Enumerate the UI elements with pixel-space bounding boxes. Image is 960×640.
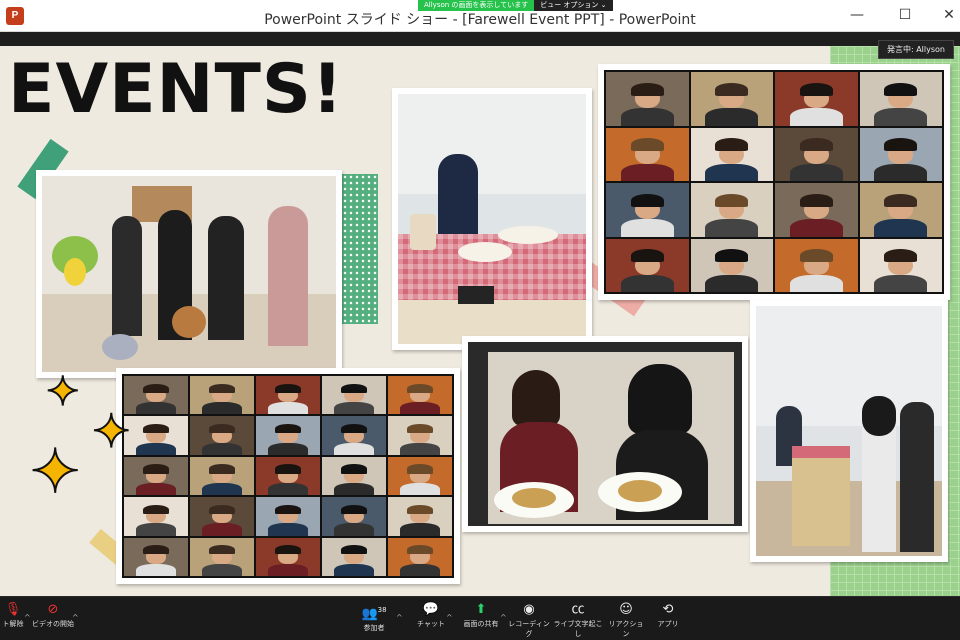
- participant-tile: [775, 238, 858, 292]
- participant-tile: [859, 238, 942, 292]
- participant-tile: [124, 537, 188, 576]
- share-screen-icon: ⬆: [475, 602, 487, 617]
- window-title: PowerPoint スライド ショー - [Farewell Event PP…: [264, 12, 696, 28]
- reaction-button[interactable]: ☺ リアクション: [606, 601, 646, 639]
- participant-tile: [388, 416, 452, 455]
- participant-tile: [322, 537, 386, 576]
- share-status: Allyson の画面を表示しています: [418, 0, 535, 11]
- apps-label: アプリ: [657, 620, 679, 628]
- participant-tile: [388, 376, 452, 415]
- minimize-button[interactable]: —: [850, 8, 864, 22]
- participant-tile: [606, 183, 689, 237]
- participants-caret[interactable]: ^: [396, 613, 403, 622]
- start-video-label: ビデオの開始: [32, 620, 74, 628]
- participant-tile: [322, 376, 386, 415]
- live-transcript-button[interactable]: ㏄ ライブ文字起こし: [552, 601, 604, 639]
- participant-tile: [606, 238, 689, 292]
- record-button[interactable]: ◉ レコーディング: [506, 601, 552, 639]
- participant-tile: [859, 72, 942, 126]
- participant-count: 38: [377, 606, 387, 614]
- participant-tile: [190, 537, 254, 576]
- slide-canvas: EVENTS! ✦ ✦ ✦: [0, 46, 960, 596]
- green-dotted-tape: [342, 174, 378, 324]
- participants-button[interactable]: 👥38 参加者: [356, 601, 392, 633]
- maximize-button[interactable]: ☐: [898, 8, 912, 22]
- photo-zoom-grid-bottom: [116, 368, 460, 584]
- reaction-label: リアクション: [608, 620, 644, 638]
- participant-tile: [388, 497, 452, 536]
- participant-tile: [190, 416, 254, 455]
- reaction-icon: ☺: [619, 602, 633, 617]
- chat-caret[interactable]: ^: [446, 613, 453, 622]
- photo-zoom-grid-top: [598, 64, 950, 300]
- participant-tile: [256, 497, 320, 536]
- active-speaker-label: 発言中: Allyson: [877, 40, 954, 59]
- share-screen-label: 画面の共有: [463, 620, 499, 628]
- chat-label: チャット: [417, 620, 445, 628]
- participant-tile: [124, 456, 188, 496]
- participant-tile: [775, 127, 858, 181]
- participant-tile: [606, 127, 689, 181]
- microphone-icon: 🎙: [4, 602, 22, 617]
- participant-tile: [124, 416, 188, 455]
- start-video-button[interactable]: ⊘ ビデオの開始: [32, 601, 74, 629]
- participant-tile: [388, 456, 452, 496]
- star-decoration: ✦: [91, 404, 132, 458]
- participant-tile: [690, 183, 773, 237]
- live-transcript-label: ライブ文字起こし: [553, 620, 603, 638]
- meeting-toolbar: 🎙 ト解除 ^ ⊘ ビデオの開始 ^ 👥38 参加者 ^ 💬 チャット ^ ⬆ …: [0, 596, 960, 640]
- participant-tile: [322, 456, 386, 496]
- photo-food-table: [392, 88, 592, 350]
- record-icon: ◉: [523, 602, 535, 617]
- video-options-caret[interactable]: ^: [72, 613, 79, 622]
- audio-options-caret[interactable]: ^: [24, 613, 31, 622]
- participant-tile: [388, 537, 452, 576]
- participant-tile: [859, 127, 942, 181]
- chat-button[interactable]: 💬 チャット: [414, 601, 448, 629]
- participant-tile: [690, 72, 773, 126]
- participant-tile: [124, 497, 188, 536]
- record-label: レコーディング: [508, 620, 550, 638]
- unmute-button[interactable]: 🎙 ト解除: [0, 601, 26, 629]
- participants-label: 参加者: [363, 624, 385, 633]
- photo-room-group: [750, 300, 948, 562]
- apps-icon: ⟲: [662, 602, 674, 617]
- star-decoration: ✦: [45, 369, 80, 415]
- cc-icon: ㏄: [571, 602, 585, 617]
- participant-tile: [775, 72, 858, 126]
- screen-share-banner: Allyson の画面を表示しています ビュー オプション ⌄: [418, 0, 613, 11]
- participant-tile: [775, 183, 858, 237]
- participant-tile: [256, 456, 320, 496]
- participant-tile: [256, 376, 320, 415]
- participant-tile: [256, 537, 320, 576]
- participant-tile: [690, 127, 773, 181]
- share-screen-button[interactable]: ⬆ 画面の共有: [460, 601, 502, 629]
- participant-tile: [256, 416, 320, 455]
- photo-plates: [462, 336, 748, 532]
- close-button[interactable]: ✕: [942, 8, 956, 22]
- participant-tile: [322, 416, 386, 455]
- unmute-label: ト解除: [2, 620, 24, 628]
- star-decoration: ✦: [29, 437, 81, 507]
- participant-tile: [190, 376, 254, 415]
- photo-classroom: [36, 170, 342, 378]
- chat-icon: 💬: [422, 602, 440, 617]
- participant-tile: [690, 238, 773, 292]
- participant-tile: [190, 497, 254, 536]
- participant-tile: [124, 376, 188, 415]
- participant-tile: [859, 183, 942, 237]
- slide-heading: EVENTS!: [8, 50, 344, 129]
- view-options-button[interactable]: ビュー オプション ⌄: [534, 0, 613, 11]
- participants-icon: 👥38: [361, 606, 387, 622]
- apps-button[interactable]: ⟲ アプリ: [654, 601, 682, 629]
- participant-tile: [322, 497, 386, 536]
- video-off-icon: ⊘: [47, 602, 59, 617]
- participant-tile: [190, 456, 254, 496]
- participant-tile: [606, 72, 689, 126]
- zoom-participant-grid: [604, 70, 944, 294]
- zoom-participant-grid: [122, 374, 454, 578]
